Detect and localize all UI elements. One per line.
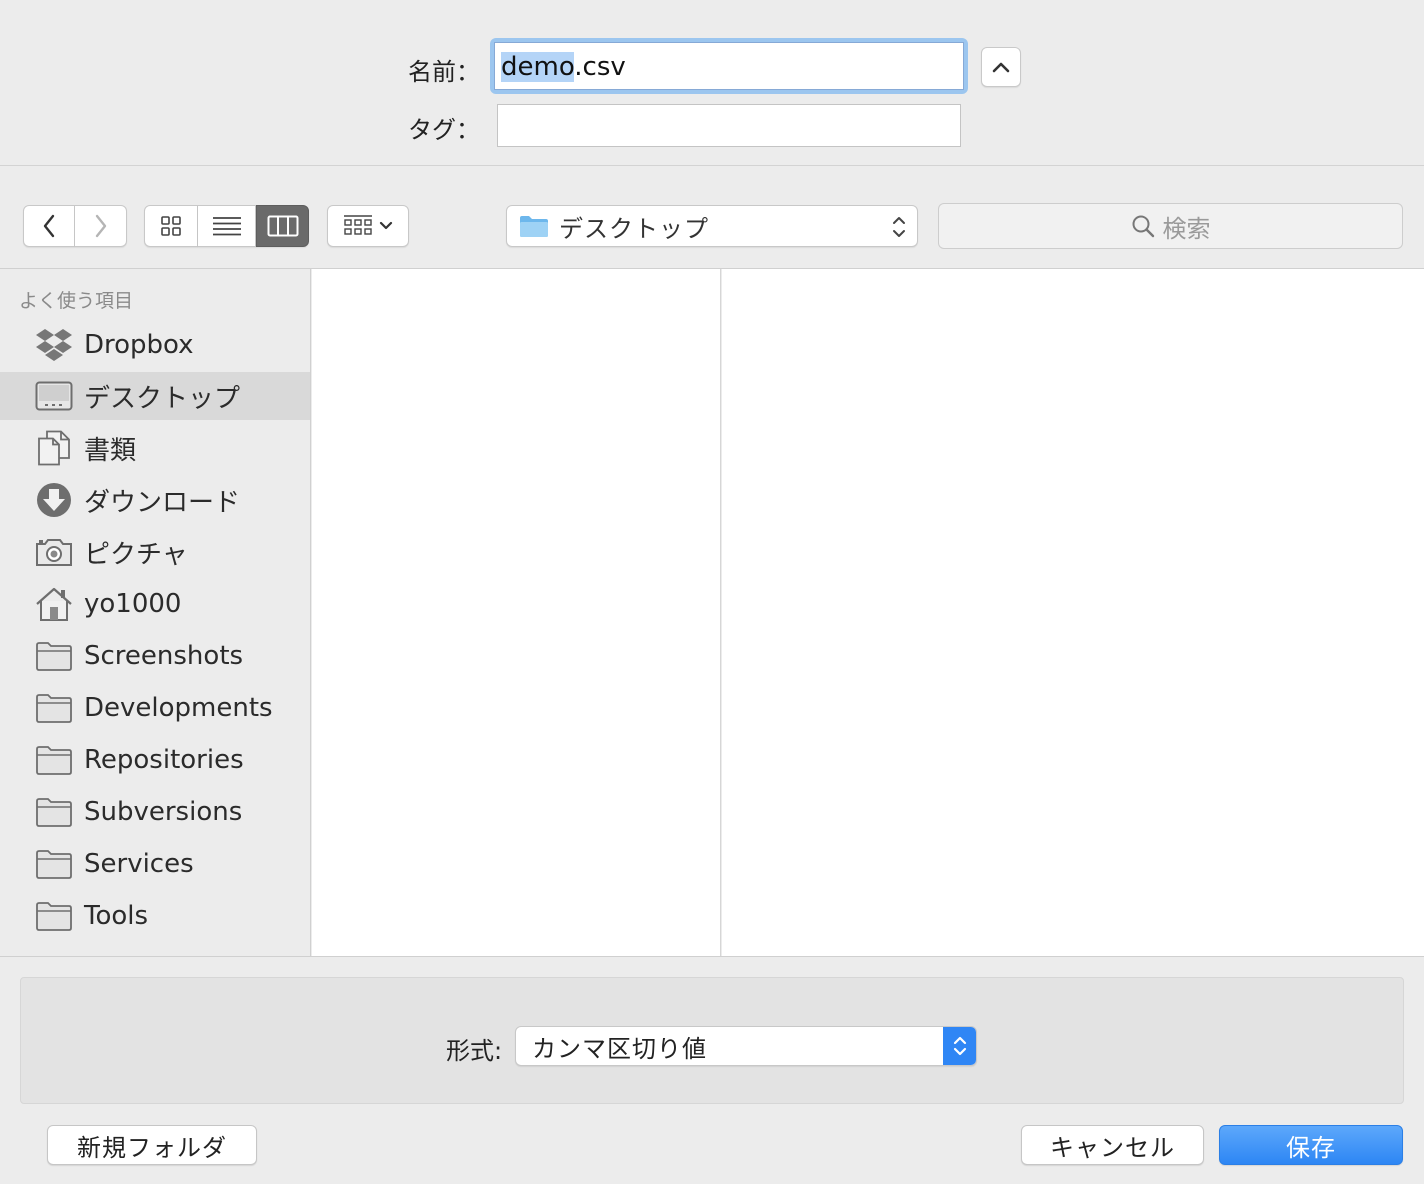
search-icon [1132, 215, 1154, 238]
sidebar-item-label: Tools [84, 901, 149, 931]
search-placeholder: 検索 [1162, 214, 1211, 243]
browser-column-1[interactable] [312, 269, 721, 957]
sidebar-item-label: ピクチャ [84, 539, 188, 570]
sidebar-item-label: yo1000 [84, 589, 182, 619]
format-value: カンマ区切り値 [532, 1034, 707, 1063]
format-popup[interactable]: カンマ区切り値 [515, 1026, 977, 1066]
folder-icon [34, 688, 74, 728]
sidebar-item-downloads[interactable]: ダウンロード [0, 476, 310, 524]
folder-icon [34, 844, 74, 884]
sidebar-item-developments[interactable]: Developments [0, 684, 310, 732]
arrange-menu-button[interactable] [327, 205, 409, 247]
sidebar-item-label: Screenshots [84, 641, 244, 671]
sidebar-item-documents[interactable]: 書類 [0, 424, 310, 472]
list-view-icon [212, 217, 241, 236]
forward-button[interactable] [75, 205, 127, 247]
location-label: デスクトップ [559, 214, 709, 243]
sidebar-item-tools[interactable]: Tools [0, 892, 310, 940]
cancel-button[interactable]: キャンセル [1021, 1125, 1204, 1165]
chevron-down-icon [379, 221, 393, 230]
sidebar-item-desktop[interactable]: デスクトップ [0, 372, 310, 420]
collapse-dialog-button[interactable] [981, 47, 1021, 87]
documents-icon [34, 428, 74, 468]
save-button[interactable]: 保存 [1219, 1125, 1403, 1165]
icon-view-icon [161, 216, 181, 236]
new-folder-button[interactable]: 新規フォルダ [47, 1125, 257, 1165]
browser-bottom-divider [0, 956, 1424, 957]
up-down-chevron-icon [893, 217, 905, 237]
sidebar-item-label: Services [84, 849, 194, 879]
download-icon [34, 480, 74, 520]
sidebar-item-label: ダウンロード [84, 487, 241, 518]
sidebar-item-subversions[interactable]: Subversions [0, 788, 310, 836]
name-field-focus-ring: demo.csv [490, 38, 968, 94]
sidebar-item-home[interactable]: yo1000 [0, 580, 310, 628]
name-label: 名前： [408, 58, 480, 86]
sidebar-item-label: 書類 [84, 435, 137, 466]
column-view-button[interactable] [256, 205, 309, 247]
sidebar-item-screenshots[interactable]: Screenshots [0, 632, 310, 680]
format-label: 形式: [446, 1037, 503, 1065]
desktop-icon [34, 376, 74, 416]
filename-selected-text: demo [501, 52, 575, 82]
sidebar-item-label: デスクトップ [84, 383, 241, 414]
tag-input[interactable] [497, 104, 961, 147]
home-icon [34, 584, 74, 624]
folder-icon [34, 636, 74, 676]
sidebar-item-label: Repositories [84, 745, 244, 775]
filename-extension: .csv [574, 52, 626, 82]
sidebar-item-repositories[interactable]: Repositories [0, 736, 310, 784]
folder-icon [34, 896, 74, 936]
chevron-left-icon [43, 214, 55, 238]
sidebar: よく使う項目 Dropbox デスクトップ 書類 ダウンロード ピクチャ yo1… [0, 269, 311, 957]
sidebar-item-label: Developments [84, 693, 273, 723]
filename-input[interactable]: demo.csv [494, 42, 964, 90]
dropbox-icon [34, 325, 74, 365]
folder-icon [34, 740, 74, 780]
tag-label: タグ： [408, 116, 480, 144]
folder-icon [520, 216, 548, 237]
back-button[interactable] [23, 205, 75, 247]
up-down-chevron-icon [943, 1027, 976, 1065]
column-view-icon [267, 215, 298, 237]
chevron-right-icon [95, 214, 106, 238]
sidebar-item-services[interactable]: Services [0, 840, 310, 888]
sidebar-item-label: Dropbox [84, 330, 194, 360]
sidebar-item-label: Subversions [84, 797, 243, 827]
sidebar-section-title: よく使う項目 [19, 290, 134, 312]
sidebar-item-pictures[interactable]: ピクチャ [0, 528, 310, 576]
location-popup[interactable]: デスクトップ [506, 205, 918, 247]
chevron-up-icon [992, 62, 1010, 73]
group-icon [344, 215, 372, 235]
camera-icon [34, 532, 74, 572]
browser-column-2[interactable] [722, 269, 1424, 957]
sidebar-item-dropbox[interactable]: Dropbox [0, 321, 310, 369]
icon-view-button[interactable] [144, 205, 198, 247]
search-field[interactable]: 検索 [938, 203, 1403, 249]
folder-icon [34, 792, 74, 832]
list-view-button[interactable] [198, 205, 256, 247]
